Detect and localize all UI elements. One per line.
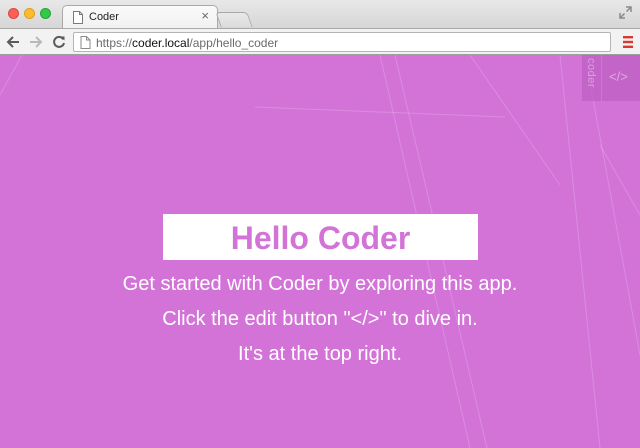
url-scheme: https:// bbox=[96, 36, 133, 50]
reload-icon[interactable] bbox=[52, 35, 66, 49]
app-page: coder </> Hello Coder Get started with C… bbox=[0, 55, 640, 448]
new-tab-button[interactable] bbox=[215, 12, 253, 27]
intro-line: Click the edit button "</>" to dive in. bbox=[162, 308, 478, 330]
expand-icon[interactable] bbox=[619, 6, 632, 19]
address-bar[interactable]: https://coder.local/app/hello_coder bbox=[73, 32, 611, 52]
url-host: coder.local bbox=[132, 36, 190, 50]
arrow-left-icon[interactable] bbox=[6, 35, 20, 49]
browser-tab[interactable]: Coder × bbox=[62, 5, 218, 29]
arrow-right-icon[interactable] bbox=[29, 35, 43, 49]
browser-toolbar: https://coder.local/app/hello_coder bbox=[0, 28, 640, 55]
intro-line: Get started with Coder by exploring this… bbox=[122, 273, 518, 295]
coder-tab-label: coder bbox=[585, 58, 597, 89]
code-icon: </> bbox=[609, 69, 628, 84]
edit-button[interactable]: </> bbox=[602, 55, 640, 101]
zoom-window-button[interactable] bbox=[40, 8, 51, 19]
page-icon bbox=[73, 11, 83, 24]
page-icon bbox=[80, 36, 91, 49]
url-path: /app/hello_coder bbox=[189, 36, 279, 50]
tab-title: Coder bbox=[89, 11, 119, 23]
url-text: https://coder.local/app/hello_coder bbox=[96, 36, 278, 50]
browser-titlebar: Coder × bbox=[0, 0, 640, 29]
tab-close-icon[interactable]: × bbox=[201, 9, 209, 23]
minimize-window-button[interactable] bbox=[24, 8, 35, 19]
intro-line: It's at the top right. bbox=[238, 343, 402, 365]
page-title: Hello Coder bbox=[230, 220, 411, 256]
close-window-button[interactable] bbox=[8, 8, 19, 19]
hamburger-menu-icon[interactable] bbox=[623, 36, 633, 48]
heading-box: Hello Coder bbox=[163, 214, 478, 260]
coder-tab[interactable]: coder bbox=[582, 55, 601, 101]
